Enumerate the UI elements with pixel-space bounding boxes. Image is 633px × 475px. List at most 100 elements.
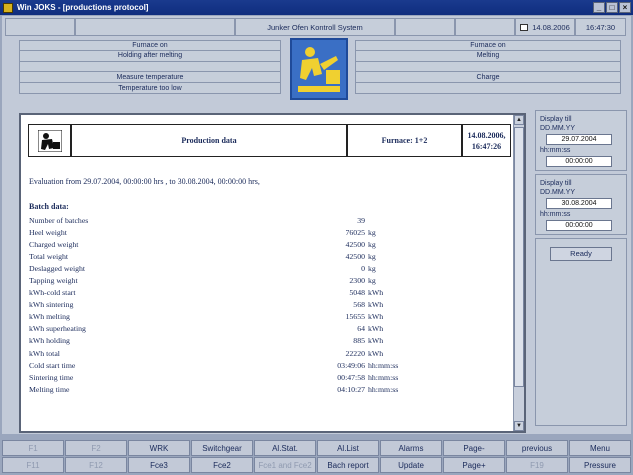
table-row: kWh-cold start 5048 kWh [29, 287, 499, 299]
ready-button[interactable]: Ready [550, 247, 612, 261]
fkey-button[interactable]: Page- [443, 440, 505, 456]
status-right-row: Charge [355, 72, 621, 84]
fkey-button[interactable]: F2 [65, 440, 127, 456]
row-unit: kWh [368, 336, 384, 346]
fkey-button[interactable]: F19 [506, 457, 568, 473]
row-value: 64 [357, 324, 365, 334]
title-bar: Win JOKS - [productions protocol] _ □ × [0, 0, 633, 15]
header-cell-blank-3 [395, 18, 455, 36]
row-value: 22220 [345, 348, 366, 358]
status-left-row [19, 61, 281, 73]
minimize-button[interactable]: _ [593, 2, 605, 13]
report-scrollbar[interactable]: ▲ ▼ [513, 115, 524, 431]
scroll-down-arrow-icon[interactable]: ▼ [514, 421, 524, 431]
row-value: 04:10:27 [337, 384, 365, 394]
header-strip: Junker Ofen Kontroll System 14.08.2006 1… [5, 18, 626, 36]
row-label: Deslagged weight [29, 263, 86, 273]
fkey-button[interactable]: Bach report [317, 457, 379, 473]
fkey-button[interactable]: Alarms [380, 440, 442, 456]
table-row: kWh superheating 64 kWh [29, 323, 499, 335]
furnace-worker-logo [292, 40, 346, 98]
fkey-button[interactable]: F12 [65, 457, 127, 473]
header-cell-blank-4 [455, 18, 515, 36]
row-value: 5048 [349, 288, 365, 298]
report-logo [28, 124, 71, 157]
row-label: kWh total [29, 348, 60, 358]
row-unit: kWh [368, 348, 384, 358]
row-value: 15655 [345, 312, 366, 322]
company-logo-icon [37, 129, 62, 152]
system-name: Junker Ofen Kontroll System [235, 18, 395, 36]
row-label: Charged weight [29, 239, 79, 249]
fkey-button[interactable]: Switchgear [191, 440, 253, 456]
table-row: Number of batches 39 [29, 214, 499, 226]
display-from-time-field[interactable]: 00:00:00 [546, 156, 612, 167]
function-key-bar: F1 F2 WRK Switchgear Al.Stat. Al.List Alarms Pa… [2, 440, 631, 473]
row-label: kWh holding [29, 336, 70, 346]
fkey-button[interactable]: previous [506, 440, 568, 456]
row-value: 885 [353, 336, 365, 346]
status-right-row: Melting [355, 50, 621, 62]
row-unit: kg [368, 227, 376, 237]
table-row: kWh holding 885 kWh [29, 335, 499, 347]
table-row: Total weight 42500 kg [29, 250, 499, 262]
header-date: 14.08.2006 [532, 22, 570, 32]
batch-data-table: Number of batches 39 Heel weight 76025 kg Cha… [29, 214, 499, 395]
status-right-row [355, 61, 621, 73]
junker-logo [290, 38, 348, 100]
row-unit: kWh [368, 312, 384, 322]
report-time: 16:47:26 [471, 141, 502, 151]
row-value: 76025 [345, 227, 366, 237]
fkey-button[interactable]: Al.Stat. [254, 440, 316, 456]
fkey-button[interactable]: Page+ [443, 457, 505, 473]
scroll-thumb[interactable] [514, 127, 524, 387]
fkey-button[interactable]: F1 [2, 440, 64, 456]
window-controls: _ □ × [593, 2, 631, 13]
row-label: Sintering time [29, 372, 74, 382]
production-report[interactable]: Production data Furnace: 1+2 14.08.2006,… [19, 113, 526, 433]
row-unit: kWh [368, 288, 384, 298]
display-to-title: Display till [540, 180, 572, 187]
close-button[interactable]: × [619, 2, 631, 13]
fkey-button[interactable]: WRK [128, 440, 190, 456]
fkey-button[interactable]: Menu [569, 440, 631, 456]
scroll-up-arrow-icon[interactable]: ▲ [514, 115, 524, 125]
fkey-button[interactable]: Update [380, 457, 442, 473]
display-from-date-label: DD.MM.YY [540, 125, 575, 132]
display-to-date-field[interactable]: 30.08.2004 [546, 198, 612, 209]
header-cell-blank-2 [75, 18, 235, 36]
status-left: Furnace on Holding after melting Measure… [19, 40, 281, 104]
display-from-date-field[interactable]: 29.07.2004 [546, 134, 612, 145]
status-left-row: Measure temperature [19, 72, 281, 84]
display-to-time-label: hh:mm:ss [540, 211, 571, 218]
row-unit: kg [368, 276, 376, 286]
fkey-button[interactable]: Al.List [317, 440, 379, 456]
window-title: Win JOKS - [productions protocol] [17, 3, 149, 12]
display-to-box: Display till DD.MM.YY 30.08.2004 hh:mm:s… [535, 174, 627, 235]
display-to-time-field[interactable]: 00:00:00 [546, 220, 612, 231]
fkey-button[interactable]: Fce2 [191, 457, 253, 473]
row-value: 42500 [345, 239, 366, 249]
table-row: kWh total 22220 kWh [29, 347, 499, 359]
status-right: Furnace on Melting Charge [355, 40, 621, 104]
display-from-time-label: hh:mm:ss [540, 147, 571, 154]
row-unit: kg [368, 239, 376, 249]
row-unit: hh:mm:ss [368, 372, 399, 382]
row-unit: kWh [368, 300, 384, 310]
fkey-button[interactable]: Fce1 and Fce2 [254, 457, 316, 473]
batch-data-title: Batch data: [29, 202, 69, 211]
row-label: Cold start time [29, 360, 76, 370]
row-label: Tapping weight [29, 276, 78, 286]
fkey-button[interactable]: Fce3 [128, 457, 190, 473]
table-row: Tapping weight 2300 kg [29, 274, 499, 286]
date-display: 14.08.2006 [515, 18, 575, 36]
fkey-button[interactable]: F11 [2, 457, 64, 473]
ready-box: Ready [535, 238, 627, 426]
display-from-title: Display till [540, 116, 572, 123]
status-right-row [355, 83, 621, 94]
row-label: kWh sintering [29, 300, 74, 310]
table-row: kWh melting 15655 kWh [29, 311, 499, 323]
fkey-button[interactable]: Pressure [569, 457, 631, 473]
maximize-button[interactable]: □ [606, 2, 618, 13]
header-time: 16:47:30 [575, 18, 626, 36]
